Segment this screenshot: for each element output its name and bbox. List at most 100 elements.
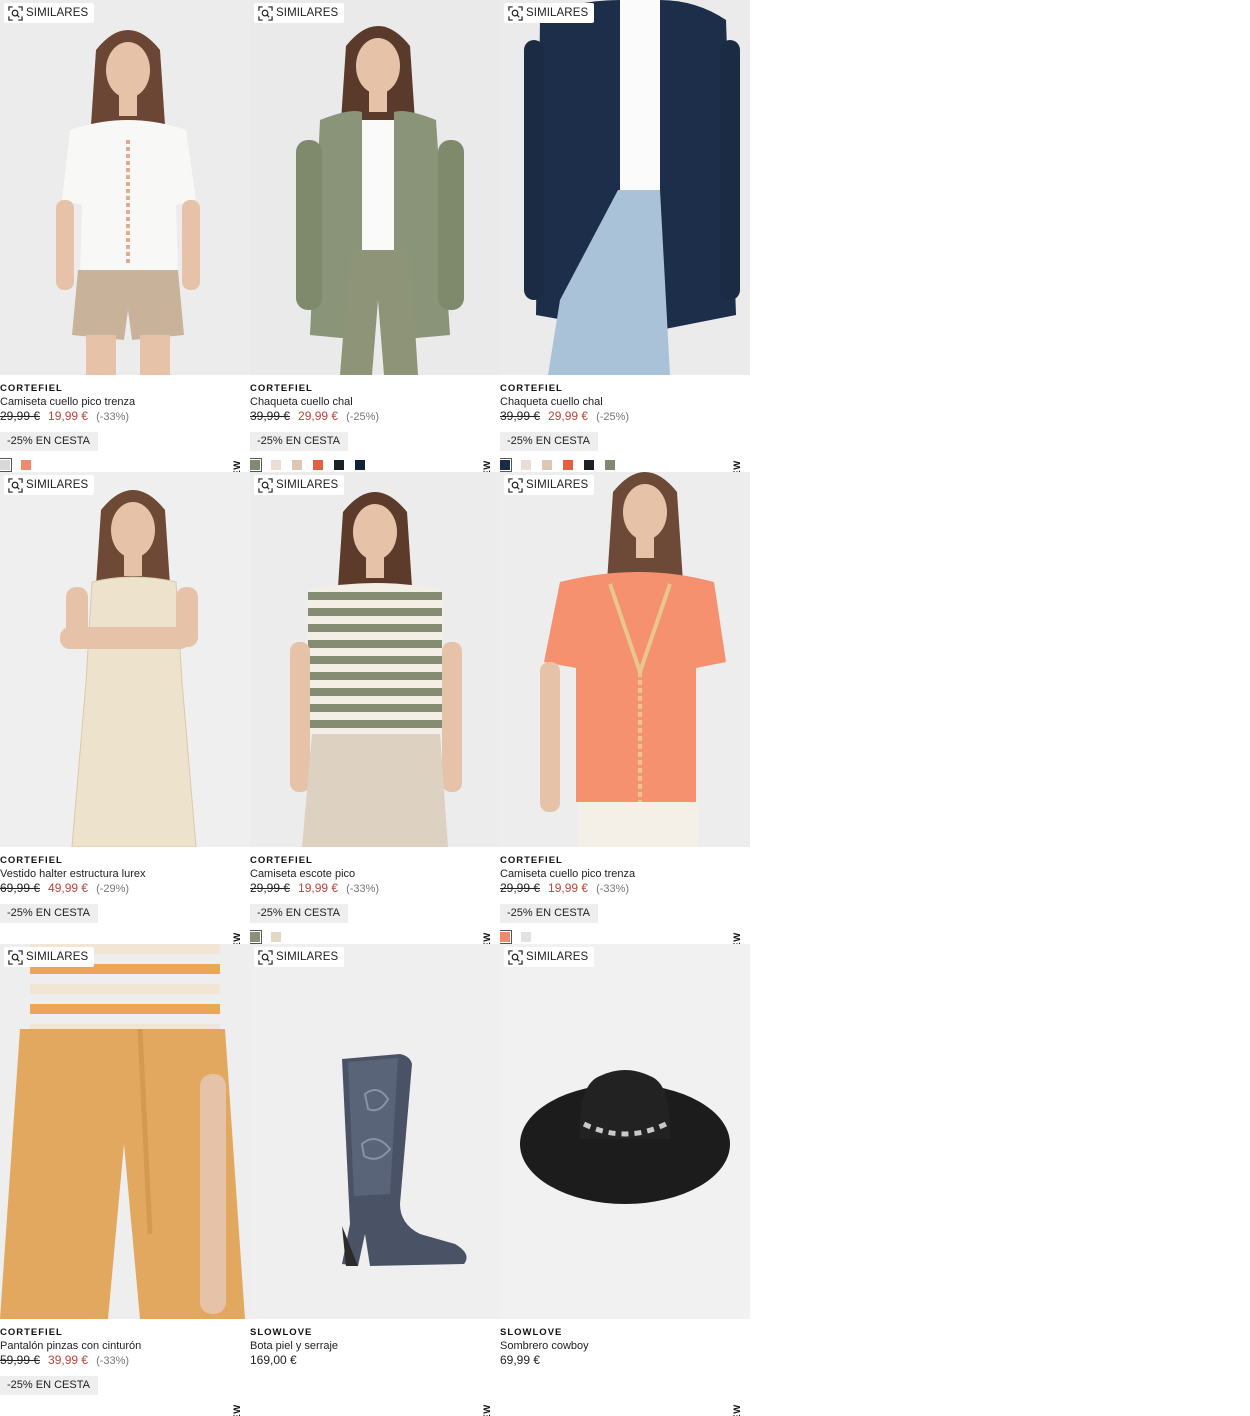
- product-card[interactable]: SIMILARES NEW CORTEFIEL Chaqueta cuello …: [500, 0, 750, 472]
- sale-price: 19,99 €: [48, 409, 89, 423]
- visual-search-icon: [508, 477, 523, 493]
- product-card[interactable]: SIMILARES NEW CORTEFIEL Camiseta cuello …: [500, 472, 750, 944]
- similar-label: SIMILARES: [26, 951, 89, 963]
- original-price: 39,99 €: [250, 409, 291, 423]
- product-card[interactable]: SIMILARES NEW SLOWLOVE Bota piel y serra…: [250, 944, 500, 1416]
- color-swatch[interactable]: [521, 932, 531, 942]
- color-swatch[interactable]: [584, 460, 594, 470]
- original-price: 59,99 €: [0, 1353, 41, 1367]
- color-swatch[interactable]: [0, 458, 12, 472]
- sale-price: 29,99 €: [548, 409, 589, 423]
- similar-button[interactable]: SIMILARES: [254, 475, 345, 495]
- color-swatch[interactable]: [542, 460, 552, 470]
- product-name[interactable]: Chaqueta cuello chal: [250, 395, 500, 409]
- visual-search-icon: [8, 5, 23, 21]
- visual-search-icon: [508, 5, 523, 21]
- similar-label: SIMILARES: [526, 7, 589, 19]
- product-image[interactable]: [500, 0, 750, 375]
- product-name[interactable]: Sombrero cowboy: [500, 1339, 750, 1353]
- product-card[interactable]: SIMILARES NEW CORTEFIEL Camiseta cuello …: [0, 0, 250, 472]
- similar-button[interactable]: SIMILARES: [4, 475, 95, 495]
- product-brand: CORTEFIEL: [250, 855, 313, 866]
- product-image[interactable]: [250, 944, 500, 1319]
- product-name[interactable]: Pantalón pinzas con cinturón: [0, 1339, 250, 1353]
- promo-badge: -25% EN CESTA: [500, 904, 598, 923]
- visual-search-icon: [258, 949, 273, 965]
- original-price: 29,99 €: [0, 409, 41, 423]
- product-card[interactable]: SIMILARES NEW CORTEFIEL Chaqueta cuello …: [250, 0, 500, 472]
- product-image[interactable]: [250, 0, 500, 375]
- price-row: 39,99 € 29,99 € (-25%): [250, 409, 500, 425]
- similar-button[interactable]: SIMILARES: [4, 947, 95, 967]
- new-badge: NEW: [232, 1404, 243, 1416]
- color-swatch[interactable]: [334, 460, 344, 470]
- original-price: 29,99 €: [500, 881, 541, 895]
- color-swatches: [250, 930, 281, 944]
- promo-badge: -25% EN CESTA: [0, 432, 98, 451]
- visual-search-icon: [258, 5, 273, 21]
- product-card[interactable]: SIMILARES NEW CORTEFIEL Vestido halter e…: [0, 472, 250, 944]
- color-swatch[interactable]: [500, 458, 512, 472]
- product-image[interactable]: [0, 944, 250, 1319]
- similar-button[interactable]: SIMILARES: [254, 947, 345, 967]
- discount-percent: (-33%): [346, 883, 380, 895]
- color-swatch[interactable]: [521, 460, 531, 470]
- product-name[interactable]: Bota piel y serraje: [250, 1339, 500, 1353]
- product-image[interactable]: [0, 472, 250, 847]
- visual-search-icon: [8, 477, 23, 493]
- similar-label: SIMILARES: [526, 479, 589, 491]
- product-card[interactable]: SIMILARES NEW CORTEFIEL Camiseta escote …: [250, 472, 500, 944]
- product-card[interactable]: SIMILARES NEW CORTEFIEL Pantalón pinzas …: [0, 944, 250, 1416]
- product-image[interactable]: [500, 944, 750, 1319]
- discount-percent: (-25%): [596, 411, 630, 423]
- product-name[interactable]: Camiseta cuello pico trenza: [0, 395, 250, 409]
- color-swatch[interactable]: [355, 460, 365, 470]
- product-image[interactable]: [250, 472, 500, 847]
- price-row: 69,99 € 49,99 € (-29%): [0, 881, 250, 897]
- color-swatch[interactable]: [250, 930, 262, 944]
- product-name[interactable]: Chaqueta cuello chal: [500, 395, 750, 409]
- product-name[interactable]: Camiseta cuello pico trenza: [500, 867, 750, 881]
- original-price: 69,99 €: [0, 881, 41, 895]
- similar-button[interactable]: SIMILARES: [504, 3, 595, 23]
- discount-percent: (-33%): [96, 1355, 130, 1367]
- new-badge: NEW: [482, 932, 493, 944]
- price: 69,99 €: [500, 1353, 541, 1367]
- promo-badge: -25% EN CESTA: [0, 904, 98, 923]
- product-card[interactable]: SIMILARES NEW SLOWLOVE Sombrero cowboy 6…: [500, 944, 750, 1416]
- product-image[interactable]: [500, 472, 750, 847]
- new-badge: NEW: [732, 932, 743, 944]
- sale-price: 19,99 €: [548, 881, 589, 895]
- color-swatch[interactable]: [605, 460, 615, 470]
- product-brand: CORTEFIEL: [0, 855, 63, 866]
- original-price: 39,99 €: [500, 409, 541, 423]
- color-swatch[interactable]: [271, 932, 281, 942]
- product-name[interactable]: Vestido halter estructura lurex: [0, 867, 250, 881]
- color-swatch[interactable]: [292, 460, 302, 470]
- color-swatch[interactable]: [313, 460, 323, 470]
- similar-button[interactable]: SIMILARES: [4, 3, 95, 23]
- sale-price: 19,99 €: [298, 881, 339, 895]
- promo-badge: -25% EN CESTA: [500, 432, 598, 451]
- promo-badge: -25% EN CESTA: [250, 432, 348, 451]
- visual-search-icon: [508, 949, 523, 965]
- product-brand: CORTEFIEL: [0, 383, 63, 394]
- new-badge: NEW: [732, 1404, 743, 1416]
- color-swatch[interactable]: [500, 930, 512, 944]
- visual-search-icon: [8, 949, 23, 965]
- product-brand: SLOWLOVE: [500, 1327, 563, 1338]
- price-row: 59,99 € 39,99 € (-33%): [0, 1353, 250, 1369]
- product-image[interactable]: [0, 0, 250, 375]
- color-swatch[interactable]: [250, 458, 262, 472]
- promo-badge: -25% EN CESTA: [0, 1376, 98, 1395]
- color-swatch[interactable]: [271, 460, 281, 470]
- color-swatch[interactable]: [21, 460, 31, 470]
- similar-button[interactable]: SIMILARES: [504, 475, 595, 495]
- color-swatches: [250, 458, 365, 472]
- color-swatch[interactable]: [563, 460, 573, 470]
- product-name[interactable]: Camiseta escote pico: [250, 867, 500, 881]
- new-badge: NEW: [482, 460, 493, 472]
- similar-button[interactable]: SIMILARES: [254, 3, 345, 23]
- product-brand: CORTEFIEL: [0, 1327, 63, 1338]
- similar-button[interactable]: SIMILARES: [504, 947, 595, 967]
